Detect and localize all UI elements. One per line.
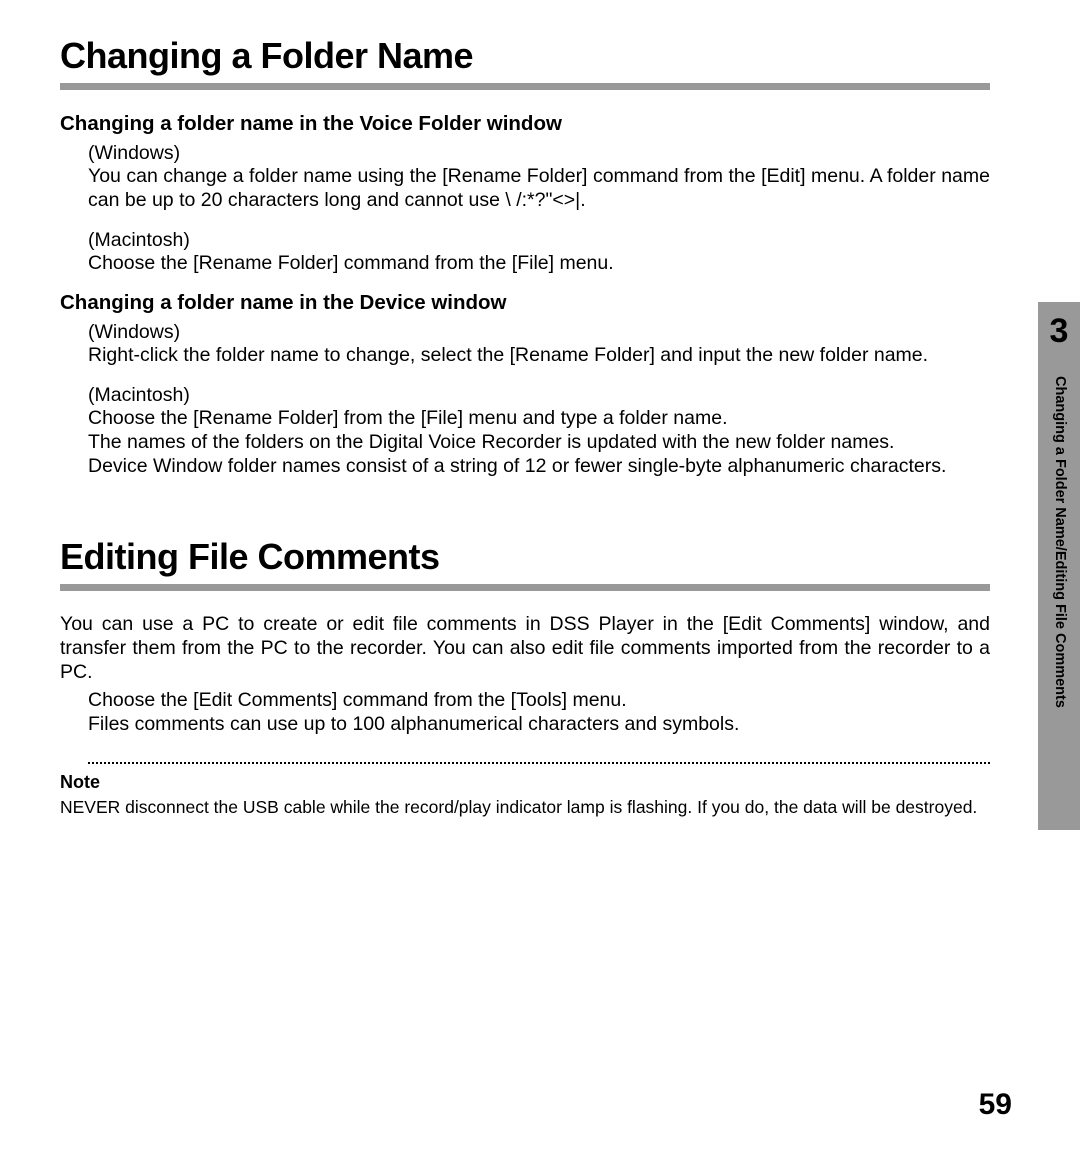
section1-rule	[60, 83, 990, 90]
manual-page: Changing a Folder Name Changing a folder…	[0, 0, 1080, 1156]
page-number: 59	[979, 1088, 1012, 1122]
sub1-windows-text: You can change a folder name using the […	[88, 165, 990, 213]
sub2-mac-text2: The names of the folders on the Digital …	[88, 431, 990, 455]
sub1-windows-block: (Windows) You can change a folder name u…	[60, 142, 990, 213]
sub2-mac-text3: Device Window folder names consist of a …	[88, 455, 990, 479]
sub1-heading: Changing a folder name in the Voice Fold…	[60, 112, 990, 136]
section2-rule	[60, 584, 990, 591]
sub2-mac-label: (Macintosh)	[88, 384, 990, 407]
section2-line2: Files comments can use up to 100 alphanu…	[88, 713, 990, 737]
sub2-windows-text: Right-click the folder name to change, s…	[88, 344, 990, 368]
note-body: NEVER disconnect the USB cable while the…	[60, 797, 990, 819]
section2: Editing File Comments You can use a PC t…	[60, 536, 990, 819]
sub2-windows-label: (Windows)	[88, 321, 990, 344]
dotted-divider	[88, 762, 990, 764]
note-heading: Note	[60, 772, 990, 793]
sub1-mac-text: Choose the [Rename Folder] command from …	[88, 252, 990, 276]
chapter-tab: 3 Changing a Folder Name/Editing File Co…	[1038, 302, 1080, 830]
sub1-mac-block: (Macintosh) Choose the [Rename Folder] c…	[60, 229, 990, 276]
main-column: Changing a Folder Name Changing a folder…	[60, 35, 990, 819]
sub1-windows-label: (Windows)	[88, 142, 990, 165]
sub2-mac-block: (Macintosh) Choose the [Rename Folder] f…	[60, 384, 990, 478]
chapter-tab-text: Changing a Folder Name/Editing File Comm…	[1052, 376, 1068, 708]
section2-details: Choose the [Edit Comments] command from …	[60, 689, 990, 737]
section2-intro: You can use a PC to create or edit file …	[60, 613, 990, 684]
sub1-mac-label: (Macintosh)	[88, 229, 990, 252]
section2-title: Editing File Comments	[60, 536, 990, 578]
sub2-heading: Changing a folder name in the Device win…	[60, 291, 990, 315]
section1-title: Changing a Folder Name	[60, 35, 990, 77]
chapter-number: 3	[1038, 312, 1080, 351]
sub2-windows-block: (Windows) Right-click the folder name to…	[60, 321, 990, 368]
section2-line1: Choose the [Edit Comments] command from …	[88, 689, 990, 713]
sub2-mac-text1: Choose the [Rename Folder] from the [Fil…	[88, 407, 990, 431]
